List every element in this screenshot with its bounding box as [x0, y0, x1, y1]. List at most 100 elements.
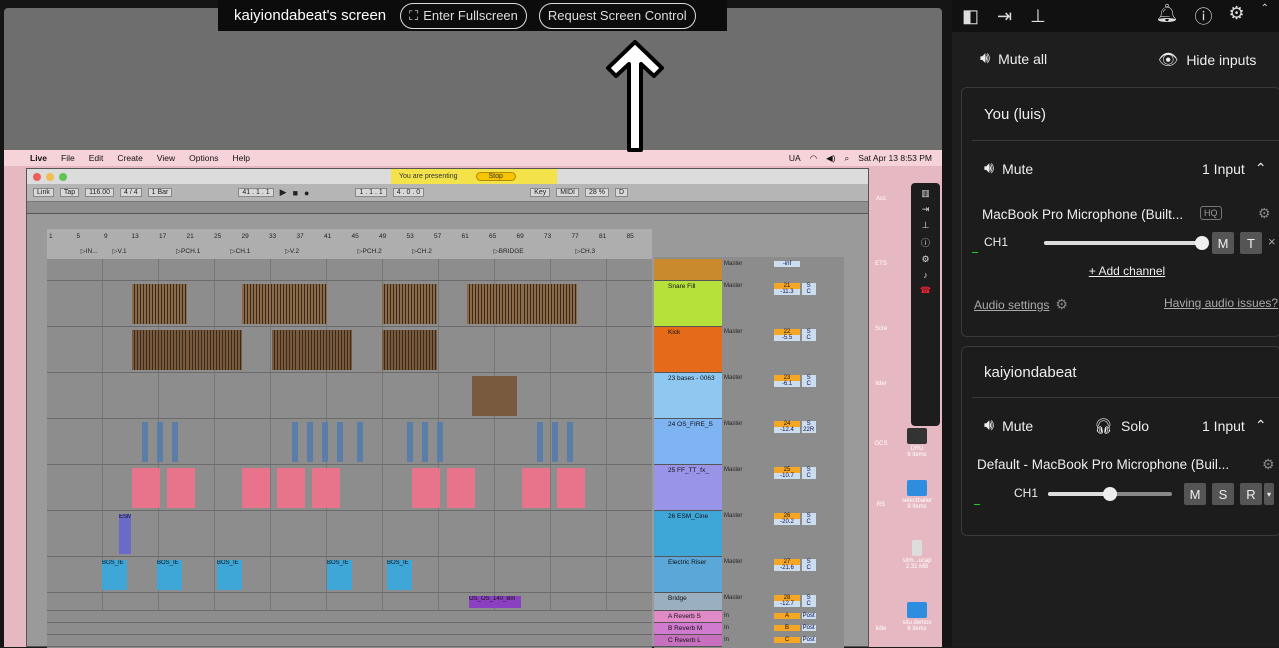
volume-slider[interactable]	[1048, 487, 1172, 501]
section-marker[interactable]: ▷V.2	[285, 247, 299, 255]
volume-value[interactable]: -21.6	[774, 565, 800, 571]
remove-channel-button[interactable]: ×	[1268, 234, 1278, 249]
desktop-file-zip[interactable]: sitm...ucap 2.31 MB	[894, 540, 940, 570]
audio-clip[interactable]	[537, 422, 543, 462]
volume-slider-knob[interactable]	[1195, 236, 1209, 250]
audio-clip[interactable]	[132, 468, 160, 508]
gear-icon[interactable]: ⚙	[1228, 3, 1244, 29]
minimize-dot-icon[interactable]	[46, 172, 54, 181]
desktop-item[interactable]: Acc	[864, 196, 898, 202]
talkback-button[interactable]: T	[1240, 232, 1262, 254]
link-button[interactable]: Link	[33, 188, 54, 197]
audio-clip[interactable]	[437, 422, 443, 462]
track-name[interactable]: Bridge	[654, 593, 722, 611]
audio-clip[interactable]	[522, 284, 577, 324]
volume-value[interactable]: -12.7	[774, 601, 800, 607]
track-io[interactable]: Master	[724, 559, 772, 565]
audio-clip[interactable]: ESM	[119, 514, 131, 554]
desktop-item[interactable]: RS	[864, 502, 898, 508]
audio-clip[interactable]	[567, 422, 573, 462]
audio-clip[interactable]	[557, 468, 585, 508]
device-settings-icon[interactable]: ⚙	[1258, 205, 1271, 222]
hide-inputs-button[interactable]: 👁︎ Hide inputs	[1158, 50, 1256, 70]
track-volume[interactable]: 26 S -20.2 C	[774, 513, 842, 525]
audio-clip[interactable]	[382, 284, 437, 324]
audio-clip[interactable]	[522, 468, 550, 508]
volume-slider-knob[interactable]	[1103, 487, 1117, 501]
track-name[interactable]: C Reverb L	[654, 635, 722, 647]
audio-clip[interactable]	[337, 422, 343, 462]
volume-value[interactable]: -5.5	[774, 335, 800, 341]
track-number[interactable]: B	[774, 625, 800, 631]
track-volume[interactable]: 25 S -10.7 C	[774, 467, 842, 479]
pan-value[interactable]: C	[801, 289, 816, 295]
track-name[interactable]: B Reverb M	[654, 623, 722, 635]
arrangement-track[interactable]: BOS_IE BOS_IE BOS_IE BOS_IE BOS_IE	[47, 557, 652, 593]
bell-icon[interactable]: 🔔︎	[1156, 3, 1179, 29]
hq-badge[interactable]: HQ	[1200, 206, 1222, 220]
arrangement-track[interactable]: OS_OS_140_Bm	[47, 593, 652, 611]
mute-channel-button[interactable]: M	[1212, 232, 1234, 254]
stop-icon[interactable]: ■	[293, 188, 298, 198]
solo-toggle[interactable]: Post	[801, 625, 816, 631]
audio-issues-link[interactable]: Having audio issues?	[1164, 296, 1279, 310]
audio-clip[interactable]	[142, 422, 148, 462]
track-volume[interactable]: 21 S -11.3 C	[774, 283, 842, 295]
audio-clip[interactable]	[472, 376, 517, 416]
pin-icon[interactable]: ⊥	[1030, 6, 1046, 27]
section-marker[interactable]: ▷CH.2	[412, 247, 432, 255]
collapse-right-icon[interactable]: ⇥	[997, 6, 1012, 27]
info-icon[interactable]: ⓘ	[921, 236, 930, 249]
solo-button[interactable]: 🎧︎ Solo	[1094, 417, 1149, 435]
volume-slider[interactable]	[1044, 236, 1209, 250]
audio-settings-link[interactable]: Audio settings ⚙	[974, 296, 1068, 313]
track-number[interactable]: A	[774, 613, 800, 619]
panel-toggle-icon[interactable]: ▥	[921, 188, 930, 199]
audio-clip[interactable]	[322, 422, 328, 462]
section-marker[interactable]: ▷CH.1	[231, 247, 251, 255]
stop-presenting-button[interactable]: Stop	[475, 172, 516, 181]
audio-clip[interactable]	[412, 468, 440, 508]
track-volume[interactable]: 24 S -12.4 22R	[774, 421, 842, 433]
arrangement-track[interactable]	[47, 281, 652, 327]
solo-toggle[interactable]: Post	[801, 637, 816, 643]
audio-clip[interactable]	[382, 330, 437, 370]
volume-value[interactable]: -12.4	[774, 427, 800, 433]
inputs-toggle[interactable]: 1 Input ⌃	[1202, 417, 1267, 434]
volume-value[interactable]: -11.3	[774, 289, 800, 295]
track-name[interactable]: 23 bases - 0063	[654, 373, 722, 419]
desktop-item[interactable]: OCS	[864, 441, 898, 447]
pan-value[interactable]: C	[801, 519, 816, 525]
audio-clip[interactable]: OS_OS_140_Bm	[469, 596, 521, 608]
track-volume[interactable]: -inf	[774, 261, 842, 267]
expand-icon[interactable]: ⌃	[1261, 3, 1269, 29]
audio-clip[interactable]: BOS_IE	[217, 560, 242, 590]
arrangement-track[interactable]	[47, 259, 652, 281]
desktop-item[interactable]: lidle	[864, 626, 898, 632]
loop-start-field[interactable]: 1 . 1 . 1	[355, 188, 387, 197]
arrangement-track[interactable]	[47, 465, 652, 511]
audio-clip[interactable]	[172, 422, 178, 462]
track-io[interactable]: Master	[724, 261, 772, 267]
arrangement-view[interactable]: ESM BOS_IE BOS_IE BOS_IE BOS_IE BOS_IE OS_OS_1…	[47, 259, 652, 648]
audio-clip[interactable]	[132, 284, 187, 324]
record-channel-button[interactable]: R	[1240, 483, 1262, 505]
audio-clip[interactable]	[422, 422, 428, 462]
maximize-dot-icon[interactable]	[59, 172, 67, 181]
track-name[interactable]: A Reverb S	[654, 611, 722, 623]
track-io[interactable]: In	[724, 637, 772, 643]
add-channel-link[interactable]: + Add channel	[962, 264, 1279, 278]
position-field[interactable]: 41 . 1 . 1	[238, 188, 274, 197]
audio-clip[interactable]	[447, 468, 475, 508]
audio-clip[interactable]	[132, 330, 187, 370]
mute-all-button[interactable]: 🔊︎ Mute all	[980, 50, 1047, 68]
audio-clip[interactable]	[307, 422, 313, 462]
close-dot-icon[interactable]	[33, 172, 41, 181]
arrangement-track[interactable]: ESM	[47, 511, 652, 557]
audio-clip[interactable]	[407, 422, 413, 462]
inputs-toggle[interactable]: 1 Input ⌃	[1202, 160, 1267, 177]
sidebar-toggle-icon[interactable]: ◧	[962, 6, 979, 27]
tap-button[interactable]: Tap	[59, 188, 80, 197]
audio-clip[interactable]	[292, 422, 298, 462]
record-icon[interactable]: ●	[304, 188, 309, 198]
